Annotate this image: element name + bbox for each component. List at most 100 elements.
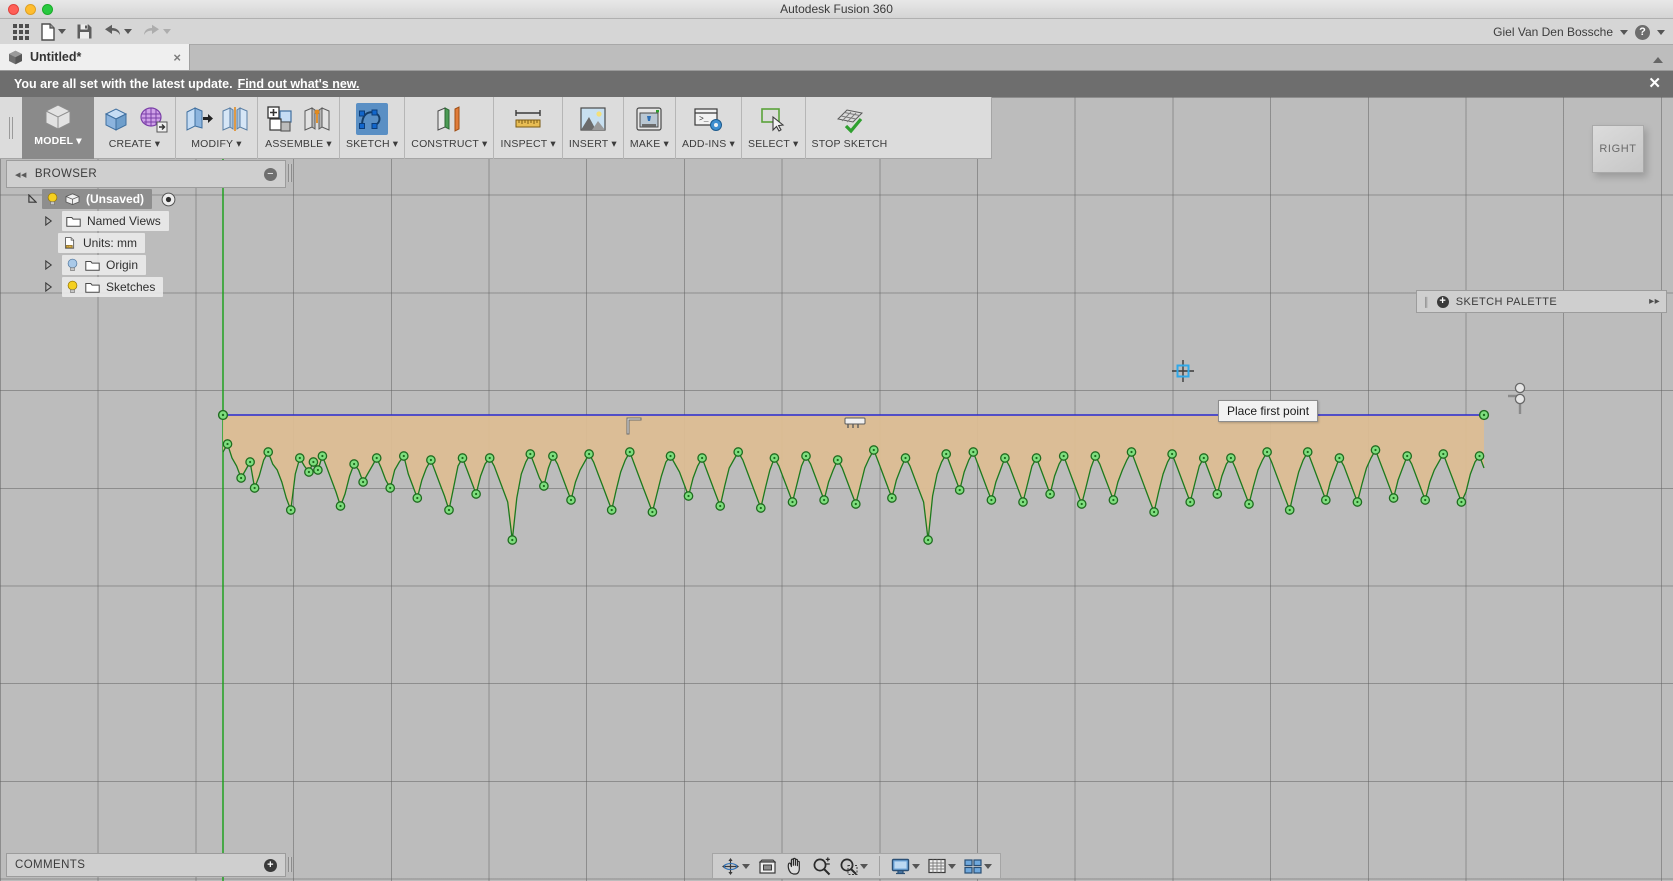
new-file-button[interactable]: [36, 20, 70, 44]
close-icon[interactable]: ✕: [1648, 76, 1661, 92]
expand-palette-icon[interactable]: ▸▸: [1649, 296, 1660, 307]
cube-icon: [65, 193, 80, 205]
chevron-down-icon[interactable]: ▾: [236, 138, 241, 150]
chevron-down-icon[interactable]: ▾: [730, 138, 735, 150]
box-solid-icon[interactable]: [100, 103, 132, 135]
chevron-down-icon[interactable]: [124, 29, 132, 34]
tree-item-named-views[interactable]: Named Views: [6, 210, 286, 232]
workspace-switcher-model[interactable]: MODEL ▾: [22, 97, 94, 159]
sketch-point-center: [1229, 456, 1232, 460]
palette-grip[interactable]: ║: [1423, 297, 1430, 307]
zoom-window-button[interactable]: [837, 857, 870, 876]
display-settings-button[interactable]: [889, 858, 922, 875]
sketch-profile-region[interactable]: [223, 415, 1484, 540]
close-window-button[interactable]: [8, 4, 19, 15]
expander-collapsed-icon[interactable]: [44, 260, 53, 270]
tree-item-sketches[interactable]: Sketches: [6, 276, 286, 298]
3d-print-icon[interactable]: [633, 103, 665, 135]
close-icon[interactable]: ×: [173, 50, 181, 65]
help-icon[interactable]: ?: [1635, 24, 1650, 40]
fix-constraint-icon[interactable]: [844, 417, 866, 425]
chevron-down-icon[interactable]: ▾: [482, 138, 487, 150]
user-name-label[interactable]: Giel Van Den Bossche: [1493, 25, 1613, 39]
maximize-window-button[interactable]: [42, 4, 53, 15]
pan-button[interactable]: [783, 857, 806, 876]
quick-access-toolbar: Giel Van Den Bossche ?: [0, 19, 1673, 45]
chevron-down-icon[interactable]: [948, 863, 956, 869]
measure-ruler-icon[interactable]: [512, 103, 544, 135]
new-component-icon[interactable]: [264, 103, 296, 135]
chevron-down-icon[interactable]: ▾: [611, 138, 616, 150]
redo-button[interactable]: [138, 20, 175, 44]
chevron-down-icon[interactable]: [742, 863, 750, 869]
sketch-point-center: [804, 454, 808, 458]
comments-resize-handle[interactable]: [288, 857, 292, 872]
chevron-down-icon[interactable]: ▾: [76, 135, 81, 147]
offset-plane-icon[interactable]: [433, 103, 465, 135]
chevron-down-icon[interactable]: ▾: [393, 138, 398, 150]
grid-snaps-button[interactable]: [926, 858, 958, 875]
chevron-down-icon[interactable]: ▾: [550, 138, 555, 150]
handle-knob-top[interactable]: [1514, 382, 1526, 394]
chevron-down-icon[interactable]: [1620, 29, 1628, 35]
light-bulb-icon[interactable]: [66, 258, 79, 272]
minus-icon[interactable]: −: [264, 167, 277, 181]
chevron-down-icon[interactable]: [163, 29, 171, 34]
sketch-dimension-handle[interactable]: [1508, 382, 1526, 414]
expander-expanded-icon[interactable]: [28, 194, 37, 204]
sketch-point-center: [1478, 454, 1481, 458]
insert-image-icon[interactable]: [577, 103, 609, 135]
visibility-dot-icon[interactable]: [161, 192, 176, 207]
joint-icon[interactable]: [301, 103, 333, 135]
handle-knob-bottom[interactable]: [1514, 393, 1526, 405]
chevron-down-icon[interactable]: [912, 863, 920, 869]
ribbon-group-label: SELECT: [748, 138, 791, 150]
mirror-icon[interactable]: [219, 103, 251, 135]
collapse-ribbon-button[interactable]: [1653, 50, 1663, 68]
chevron-down-icon[interactable]: ▾: [155, 138, 160, 150]
chevron-down-icon[interactable]: [984, 863, 992, 869]
tree-item-origin[interactable]: Origin: [6, 254, 286, 276]
chevron-down-icon[interactable]: [58, 29, 66, 34]
tree-item-unsaved[interactable]: (Unsaved): [6, 188, 286, 210]
traffic-lights[interactable]: [8, 4, 53, 15]
chevron-down-icon[interactable]: [860, 863, 868, 869]
select-window-icon[interactable]: [757, 103, 789, 135]
chevron-down-icon[interactable]: ▾: [326, 138, 331, 150]
tree-item-units[interactable]: Units: mm: [6, 232, 286, 254]
sketch-point-center: [375, 456, 378, 460]
spline-sketch-icon[interactable]: [356, 103, 389, 135]
light-bulb-icon[interactable]: [66, 280, 79, 294]
browser-resize-handle[interactable]: [288, 164, 292, 182]
ribbon-grip[interactable]: [0, 97, 22, 159]
chevron-down-icon[interactable]: [1657, 29, 1665, 35]
comments-panel-header[interactable]: COMMENTS +: [6, 853, 286, 877]
script-addin-icon[interactable]: >_: [692, 103, 724, 135]
light-bulb-icon[interactable]: [46, 192, 59, 206]
notification-link[interactable]: Find out what's new.: [238, 77, 360, 91]
sketch-point-center: [475, 492, 478, 496]
app-grid-button[interactable]: [8, 20, 34, 44]
sketch-point-center: [990, 498, 993, 502]
chevron-down-icon[interactable]: ▾: [663, 138, 668, 150]
plus-icon[interactable]: +: [1436, 295, 1449, 308]
stop-sketch-icon[interactable]: [833, 103, 865, 135]
notification-bar: You are all set with the latest update. …: [0, 71, 1673, 97]
viewports-button[interactable]: [962, 858, 994, 875]
save-button[interactable]: [72, 20, 97, 44]
look-at-button[interactable]: [756, 858, 779, 875]
form-mesh-icon[interactable]: [137, 103, 169, 135]
document-tab-untitled[interactable]: Untitled* ×: [0, 44, 190, 70]
zoom-button[interactable]: [810, 856, 833, 876]
undo-button[interactable]: [99, 20, 136, 44]
sketch-point-center: [1035, 456, 1038, 460]
minimize-window-button[interactable]: [25, 4, 36, 15]
collapse-browser-icon[interactable]: ◂◂: [15, 168, 27, 181]
orbit-button[interactable]: [719, 857, 752, 876]
view-cube[interactable]: RIGHT: [1592, 125, 1644, 173]
plus-icon[interactable]: +: [264, 858, 277, 872]
chevron-down-icon[interactable]: ▾: [793, 138, 798, 150]
expander-collapsed-icon[interactable]: [44, 282, 53, 292]
expander-collapsed-icon[interactable]: [44, 216, 53, 226]
press-pull-icon[interactable]: [182, 103, 214, 135]
